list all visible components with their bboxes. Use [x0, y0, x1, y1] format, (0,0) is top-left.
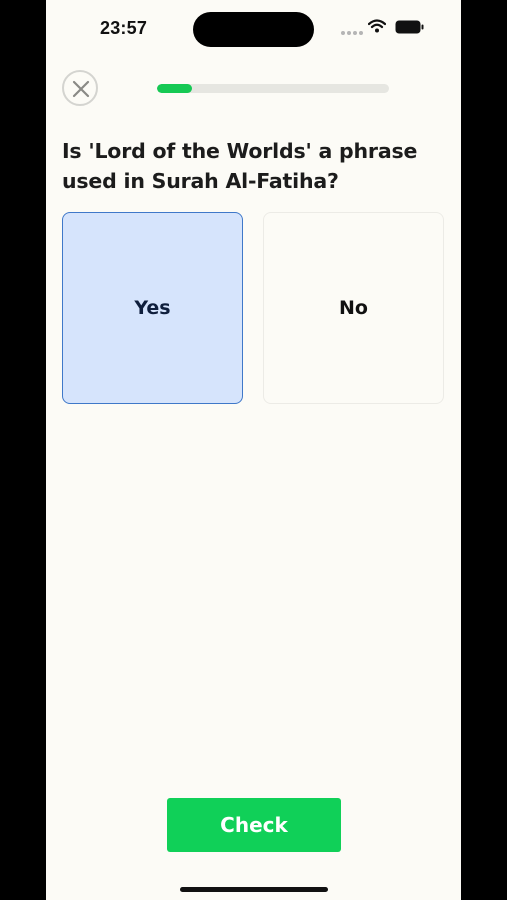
answer-option-no[interactable]: No: [263, 212, 444, 404]
status-time: 23:57: [100, 18, 148, 38]
dynamic-island: [193, 12, 314, 47]
check-button[interactable]: Check: [167, 798, 341, 852]
question-text: Is 'Lord of the Worlds' a phrase used in…: [62, 139, 418, 193]
answer-option-yes[interactable]: Yes: [62, 212, 243, 404]
check-button-label: Check: [220, 813, 288, 837]
close-button[interactable]: [62, 70, 98, 106]
answer-option-label: No: [339, 297, 368, 319]
app-screen: 23:57 Is 'Lord of the Worlds' a phrase u…: [46, 0, 461, 900]
answer-option-label: Yes: [134, 297, 171, 319]
wifi-icon: [368, 19, 386, 33]
signal-icon: [341, 31, 363, 35]
close-icon: [72, 80, 90, 98]
battery-icon: [395, 20, 424, 34]
lesson-progress-bar: [157, 84, 389, 93]
home-indicator[interactable]: [180, 887, 328, 892]
lesson-progress-fill: [157, 84, 192, 93]
